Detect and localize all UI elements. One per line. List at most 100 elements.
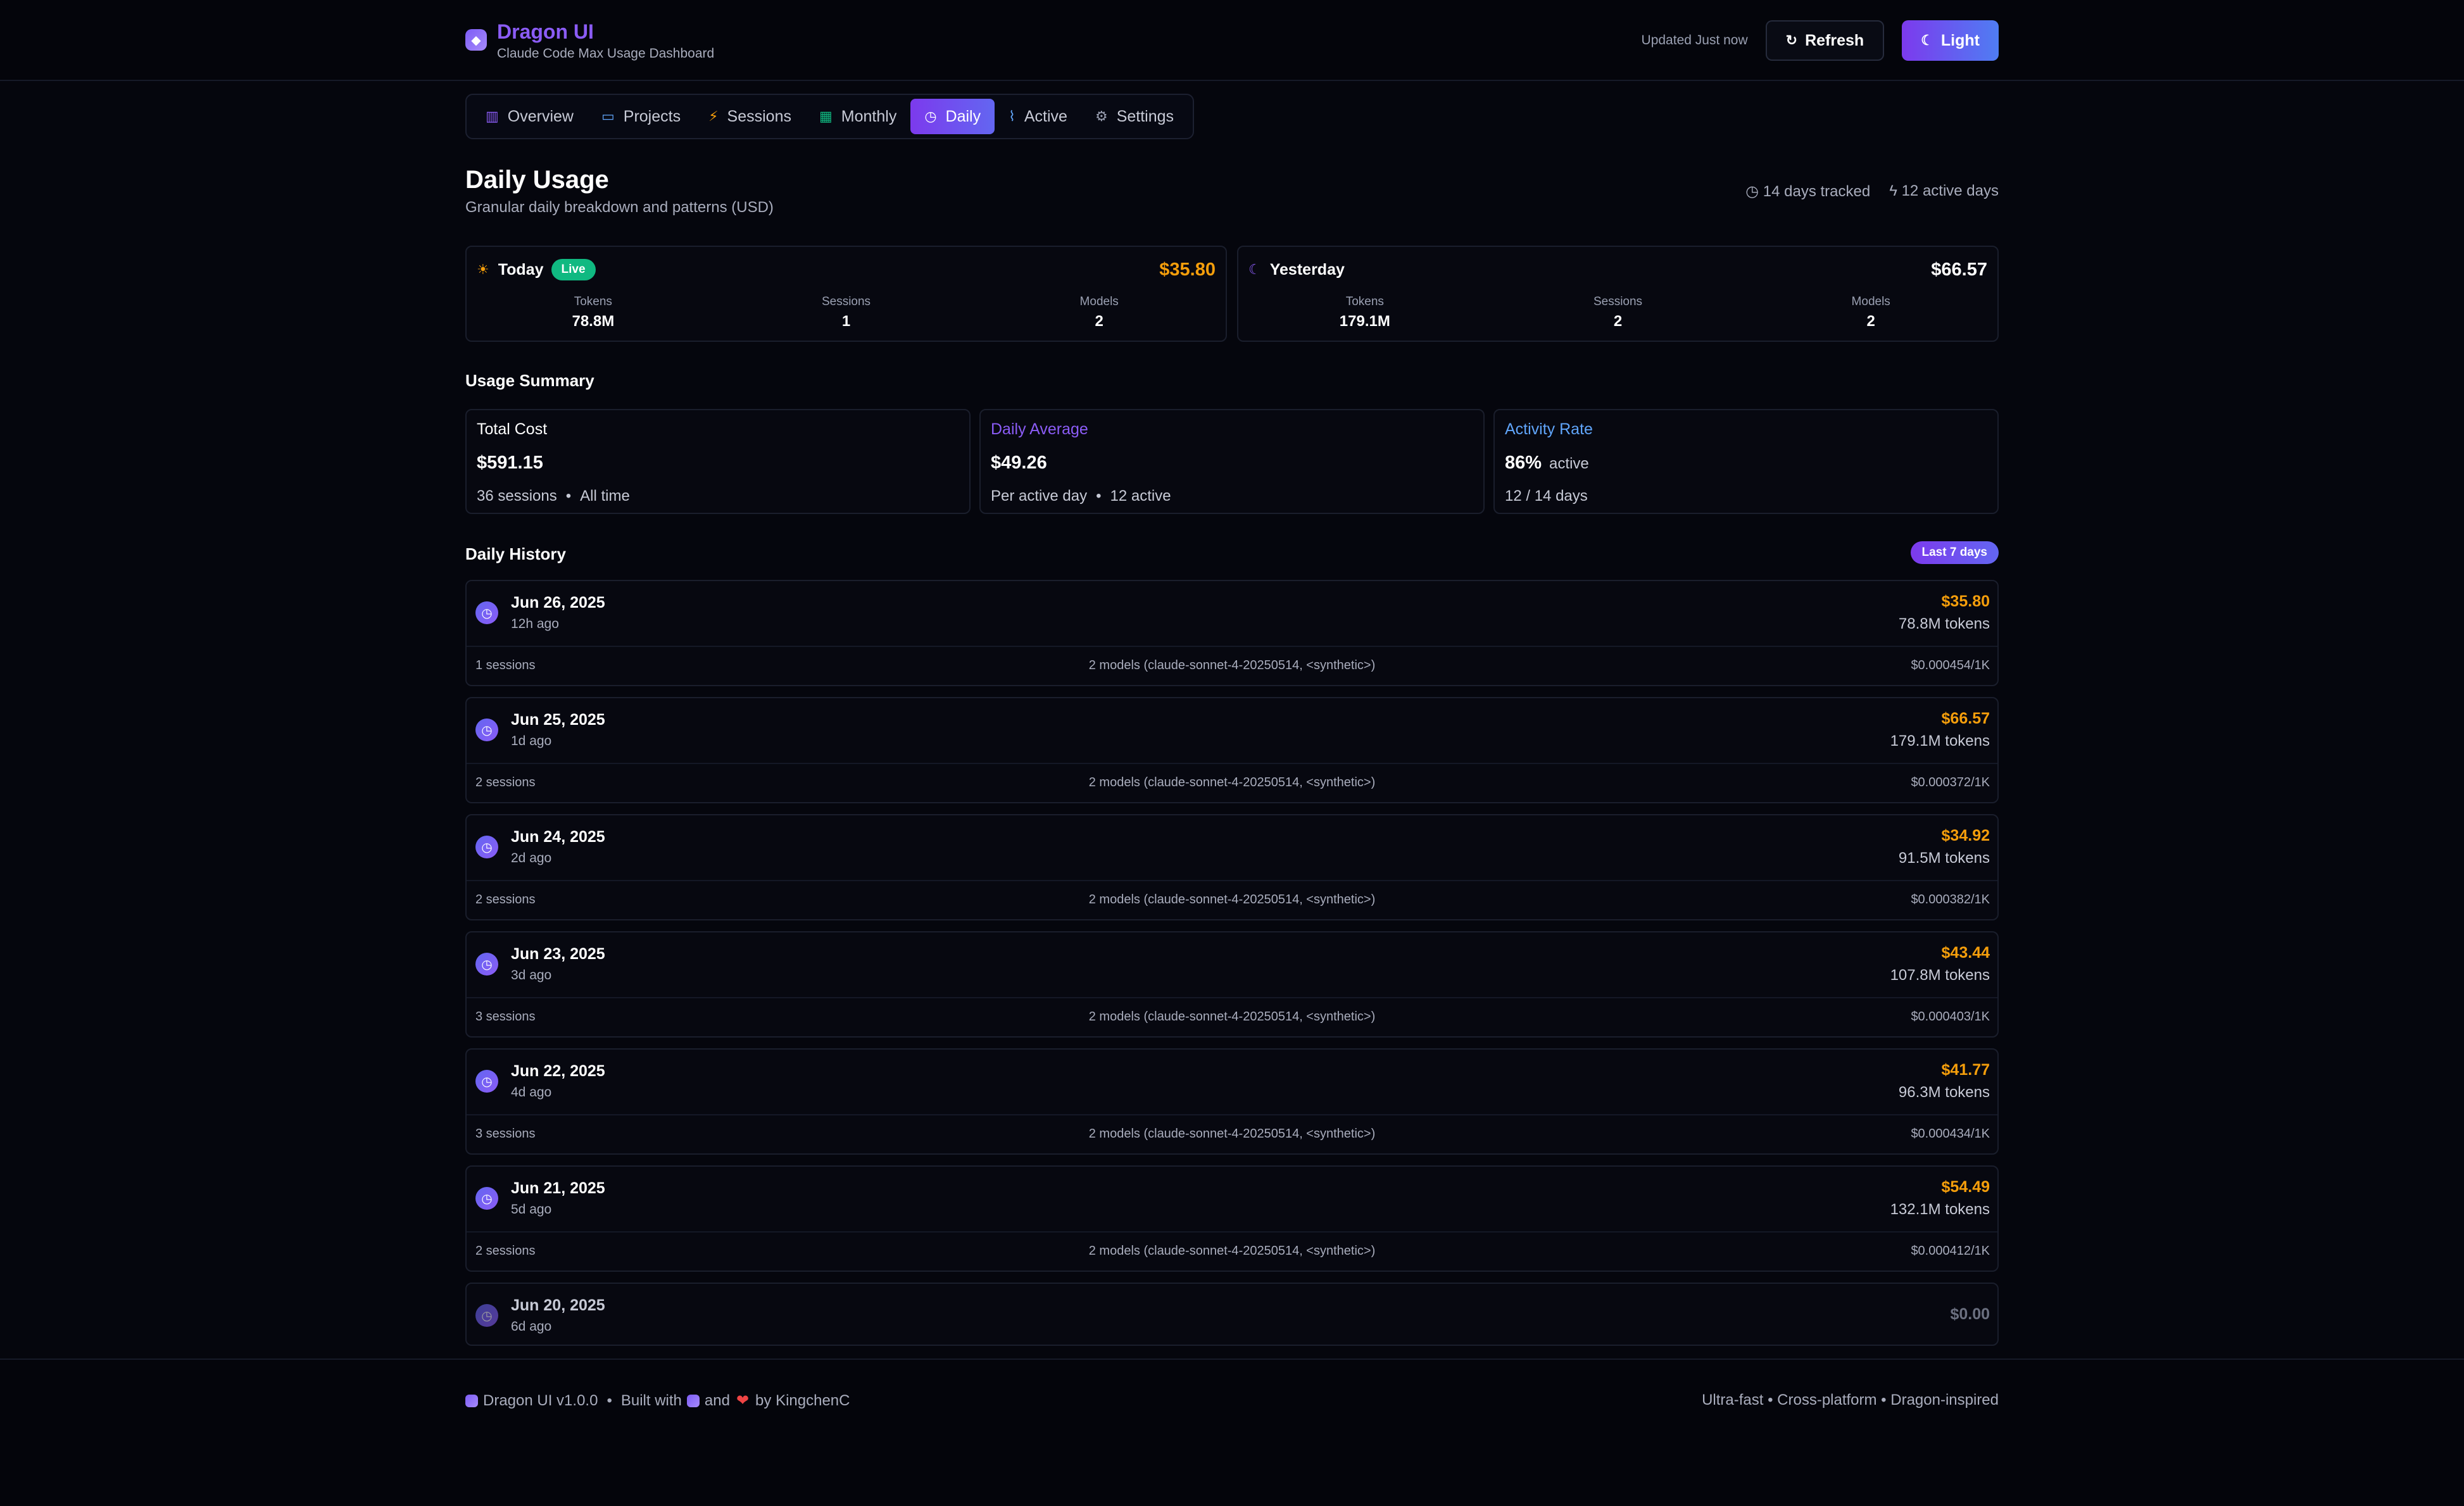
row-cost: $41.77 bbox=[1941, 1061, 1990, 1079]
row-date: Jun 20, 2025 bbox=[511, 1296, 605, 1314]
yesterday-cost: $66.57 bbox=[1931, 259, 1987, 280]
tab-sessions[interactable]: ⚡ Sessions bbox=[695, 99, 805, 134]
tab-overview[interactable]: ▥ Overview bbox=[472, 99, 588, 134]
clock-icon: ◷ bbox=[1745, 183, 1763, 200]
total-cost-label: Total Cost bbox=[477, 420, 548, 438]
daily-average-value: $49.26 bbox=[991, 453, 1047, 473]
today-cost: $35.80 bbox=[1159, 259, 1216, 280]
average-desc: Per active day bbox=[991, 487, 1088, 505]
today-card: ☀ Today Live $35.80 Tokens 78.8M Sessions… bbox=[465, 246, 1227, 342]
row-rate: $0.000382/1K bbox=[1911, 893, 1990, 907]
bolt-icon: ⚡ bbox=[708, 108, 719, 124]
tab-monthly[interactable]: ▦ Monthly bbox=[805, 99, 910, 134]
row-date: Jun 23, 2025 bbox=[511, 945, 605, 963]
row-models: 2 models (claude-sonnet-4-20250514, <syn… bbox=[1088, 658, 1376, 672]
row-cost: $0.00 bbox=[1950, 1305, 1990, 1323]
row-date: Jun 24, 2025 bbox=[511, 828, 605, 846]
today-sessions: Sessions 1 bbox=[720, 295, 973, 330]
tab-projects[interactable]: ▭ Projects bbox=[588, 99, 695, 134]
history-row[interactable]: ◷ Jun 23, 2025 3d ago $43.44 107.8M tokens 3 … bbox=[465, 931, 1999, 1038]
theme-toggle-button[interactable]: ☾ Light bbox=[1902, 20, 1999, 61]
gear-icon: ⚙ bbox=[1095, 108, 1108, 124]
history-row[interactable]: ◷ Jun 20, 2025 6d ago $0.00 bbox=[465, 1283, 1999, 1346]
metric-label: Tokens bbox=[1345, 295, 1384, 308]
row-ago: 12h ago bbox=[511, 617, 559, 631]
live-badge: Live bbox=[551, 259, 596, 280]
clock-icon: ◷ bbox=[475, 953, 498, 976]
row-tokens: 91.5M tokens bbox=[1898, 850, 1990, 867]
metric-value: 2 bbox=[1613, 313, 1623, 330]
row-tokens: 179.1M tokens bbox=[1890, 732, 1990, 750]
clock-icon: ◷ bbox=[475, 718, 498, 741]
metric-label: Models bbox=[1079, 295, 1119, 308]
moon-icon: ☾ bbox=[1248, 261, 1261, 277]
row-ago: 4d ago bbox=[511, 1085, 552, 1100]
tab-label: Overview bbox=[507, 107, 574, 125]
moon-icon: ☾ bbox=[1921, 32, 1933, 48]
row-ago: 6d ago bbox=[511, 1319, 552, 1334]
metric-value: 78.8M bbox=[572, 313, 615, 330]
activity-rate-card: Activity Rate 86% active 12 / 14 days bbox=[1493, 409, 1999, 514]
row-date: Jun 21, 2025 bbox=[511, 1179, 605, 1197]
refresh-icon: ↻ bbox=[1785, 32, 1798, 48]
yesterday-models: Models 2 bbox=[1744, 295, 1997, 330]
tab-daily[interactable]: ◷ Daily bbox=[910, 99, 995, 134]
footer-built-with: Built with bbox=[620, 1391, 682, 1409]
history-row[interactable]: ◷ Jun 25, 2025 1d ago $66.57 179.1M tokens 2 … bbox=[465, 697, 1999, 803]
clock-icon: ◷ bbox=[475, 836, 498, 858]
row-cost: $43.44 bbox=[1941, 944, 1990, 962]
metric-value: 2 bbox=[1095, 313, 1103, 330]
brand: ◆ Dragon UI Claude Code Max Usage Dashbo… bbox=[465, 19, 714, 63]
metric-label: Tokens bbox=[574, 295, 612, 308]
footer-author: by KingchenC bbox=[755, 1391, 850, 1409]
today-models: Models 2 bbox=[972, 295, 1226, 330]
row-models: 2 models (claude-sonnet-4-20250514, <syn… bbox=[1088, 1010, 1376, 1024]
history-row[interactable]: ◷ Jun 26, 2025 12h ago $35.80 78.8M tokens 1 … bbox=[465, 580, 1999, 686]
history-row[interactable]: ◷ Jun 21, 2025 5d ago $54.49 132.1M tokens 2 … bbox=[465, 1165, 1999, 1272]
row-rate: $0.000372/1K bbox=[1911, 775, 1990, 789]
metric-label: Sessions bbox=[1593, 295, 1643, 308]
page-title: Daily Usage bbox=[465, 166, 609, 194]
calendar-icon: ▦ bbox=[819, 108, 833, 124]
refresh-label: Refresh bbox=[1805, 31, 1864, 49]
row-cost: $34.92 bbox=[1941, 827, 1990, 844]
history-row[interactable]: ◷ Jun 22, 2025 4d ago $41.77 96.3M tokens 3 s… bbox=[465, 1048, 1999, 1155]
updated-status: Updated Just now bbox=[1641, 33, 1748, 47]
row-tokens: 96.3M tokens bbox=[1898, 1084, 1990, 1101]
refresh-button[interactable]: ↻ Refresh bbox=[1765, 20, 1885, 61]
clock-icon: ◷ bbox=[475, 1304, 498, 1327]
dragon-logo-icon bbox=[465, 1394, 478, 1407]
dragon-logo-icon: ◆ bbox=[465, 29, 487, 51]
row-cost: $35.80 bbox=[1941, 593, 1990, 610]
sun-icon: ☀ bbox=[477, 261, 489, 277]
row-rate: $0.000403/1K bbox=[1911, 1010, 1990, 1024]
tab-settings[interactable]: ⚙ Settings bbox=[1081, 99, 1188, 134]
row-ago: 3d ago bbox=[511, 968, 552, 982]
days-tracked: ◷ 14 days tracked bbox=[1745, 182, 1870, 201]
row-ago: 5d ago bbox=[511, 1202, 552, 1217]
tab-label: Sessions bbox=[727, 107, 791, 125]
clock-icon: ◷ bbox=[475, 1070, 498, 1093]
row-ago: 2d ago bbox=[511, 851, 552, 865]
tab-active[interactable]: ⌇ Active bbox=[995, 99, 1081, 134]
metric-label: Sessions bbox=[821, 295, 871, 308]
row-tokens: 132.1M tokens bbox=[1890, 1201, 1990, 1218]
usage-summary-title: Usage Summary bbox=[465, 371, 594, 390]
tab-label: Monthly bbox=[841, 107, 897, 125]
tab-label: Projects bbox=[623, 107, 681, 125]
history-row[interactable]: ◷ Jun 24, 2025 2d ago $34.92 91.5M tokens 2 s… bbox=[465, 814, 1999, 920]
today-tokens: Tokens 78.8M bbox=[467, 295, 720, 330]
tab-label: Settings bbox=[1116, 107, 1174, 125]
yesterday-sessions: Sessions 2 bbox=[1492, 295, 1745, 330]
footer-and: and bbox=[704, 1391, 730, 1409]
app-footer: Dragon UI v1.0.0 • Built with and ❤ by K… bbox=[0, 1359, 2464, 1506]
active-days-label: 12 active days bbox=[1901, 182, 1999, 199]
page-subtitle: Granular daily breakdown and patterns (U… bbox=[465, 199, 774, 216]
activity-rate-percent: 86% bbox=[1505, 453, 1542, 473]
row-tokens: 107.8M tokens bbox=[1890, 967, 1990, 984]
metric-value: 179.1M bbox=[1339, 313, 1390, 330]
dragon-logo-icon bbox=[686, 1394, 700, 1407]
activity-rate-value: 86% active bbox=[1505, 453, 1987, 474]
metric-value: 2 bbox=[1866, 313, 1875, 330]
app-subtitle: Claude Code Max Usage Dashboard bbox=[497, 46, 715, 61]
